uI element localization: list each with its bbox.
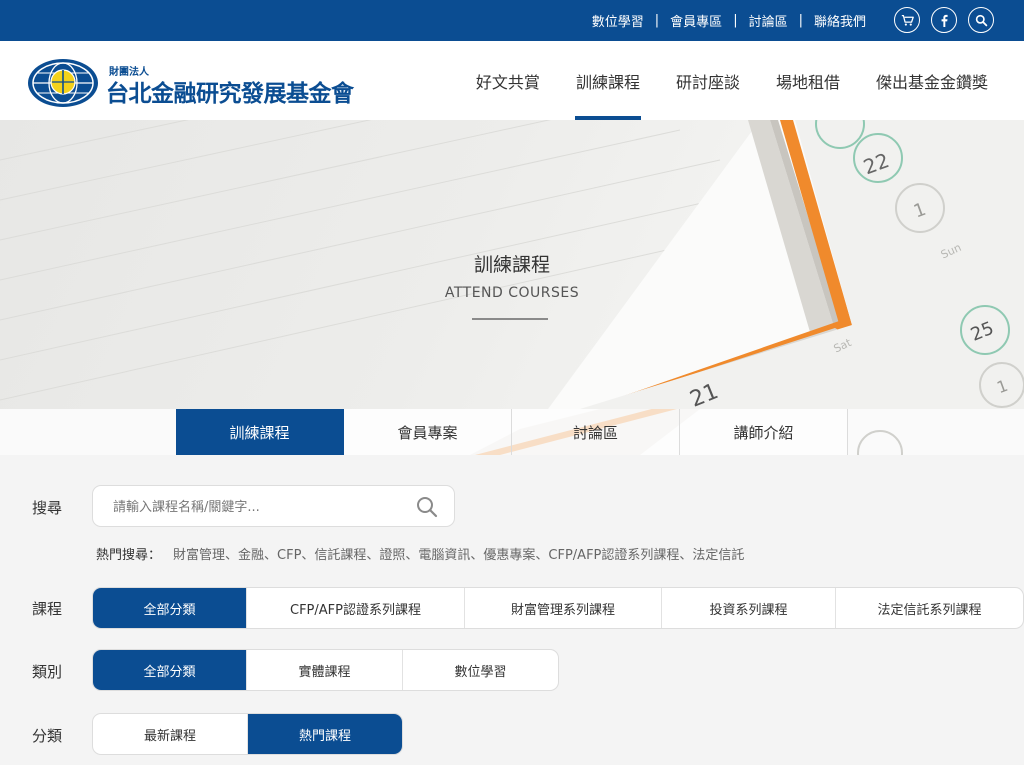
tab-member-projects[interactable]: 會員專案: [344, 409, 512, 455]
search-box: [92, 485, 455, 527]
tab-instructors[interactable]: 講師介紹: [680, 409, 848, 455]
site-logo[interactable]: 財團法人 台北金融研究發展基金會: [26, 57, 366, 109]
title-divider: [472, 318, 548, 320]
course-option-cfp-afp[interactable]: CFP/AFP認證系列課程: [247, 588, 465, 628]
hero-banner: 22 1 21 25 1 Sun Sat 訓練課程 ATTEND COURSES: [0, 120, 1024, 409]
category-option-elearning[interactable]: 數位學習: [403, 650, 558, 690]
search-icon[interactable]: [416, 496, 438, 518]
hot-search-label: 熱門搜尋：: [96, 548, 162, 563]
top-bar: 數位學習 | 會員專區 | 討論區 | 聯絡我們: [0, 0, 1024, 41]
nav-item-venue-rental[interactable]: 場地租借: [758, 41, 858, 120]
page-subtitle: ATTEND COURSES: [444, 285, 580, 301]
top-icons: [894, 7, 994, 33]
logo-title: 台北金融研究發展基金會: [106, 81, 354, 107]
nav-item-articles[interactable]: 好文共賞: [458, 41, 558, 120]
sub-tabs: 訓練課程 會員專案 討論區 講師介紹: [176, 409, 848, 455]
search-input[interactable]: [113, 497, 403, 517]
top-links: 數位學習 | 會員專區 | 討論區 | 聯絡我們: [591, 11, 866, 30]
sort-filter-group: 最新課程 熱門課程: [92, 713, 403, 755]
cart-icon[interactable]: [894, 7, 920, 33]
sort-option-popular[interactable]: 熱門課程: [248, 714, 402, 754]
category-option-in-person[interactable]: 實體課程: [247, 650, 403, 690]
nav-item-awards[interactable]: 傑出基金金鑽獎: [858, 41, 1006, 120]
nav-item-training-courses[interactable]: 訓練課程: [558, 41, 658, 120]
sort-filter-label: 分類: [32, 727, 63, 745]
site-header: 財團法人 台北金融研究發展基金會 好文共賞 訓練課程 研討座談 場地租借 傑出基…: [0, 41, 1024, 120]
top-link-elearning[interactable]: 數位學習: [592, 11, 644, 30]
top-link-contact[interactable]: 聯絡我們: [814, 11, 866, 30]
course-filter-group: 全部分類 CFP/AFP認證系列課程 財富管理系列課程 投資系列課程 法定信託系…: [92, 587, 1024, 629]
nav-item-seminars[interactable]: 研討座談: [658, 41, 758, 120]
top-link-forum[interactable]: 討論區: [749, 11, 788, 30]
category-filter-group: 全部分類 實體課程 數位學習: [92, 649, 559, 691]
search-icon[interactable]: [968, 7, 994, 33]
page-title: 訓練課程: [473, 254, 550, 276]
course-option-legal-trust[interactable]: 法定信託系列課程: [836, 588, 1023, 628]
foundation-emblem-icon: [28, 59, 98, 107]
facebook-icon[interactable]: [931, 7, 957, 33]
hot-search-terms[interactable]: 財富管理、金融、CFP、信託課程、證照、電腦資訊、優惠專案、CFP/AFP認證系…: [173, 548, 744, 563]
search-label: 搜尋: [32, 499, 63, 517]
tab-training-courses[interactable]: 訓練課程: [176, 409, 344, 455]
course-option-all[interactable]: 全部分類: [93, 588, 247, 628]
sort-option-newest[interactable]: 最新課程: [93, 714, 248, 754]
course-filter-label: 課程: [32, 600, 63, 618]
category-filter-label: 類別: [32, 663, 63, 681]
top-link-member[interactable]: 會員專區: [670, 11, 722, 30]
course-option-investment[interactable]: 投資系列課程: [662, 588, 836, 628]
course-option-wealth-management[interactable]: 財富管理系列課程: [465, 588, 662, 628]
category-option-all[interactable]: 全部分類: [93, 650, 247, 690]
hot-searches: 熱門搜尋： 財富管理、金融、CFP、信託課程、證照、電腦資訊、優惠專案、CFP/A…: [96, 544, 744, 563]
main-nav: 好文共賞 訓練課程 研討座談 場地租借 傑出基金金鑽獎: [458, 41, 1006, 120]
tab-forum[interactable]: 討論區: [512, 409, 680, 455]
